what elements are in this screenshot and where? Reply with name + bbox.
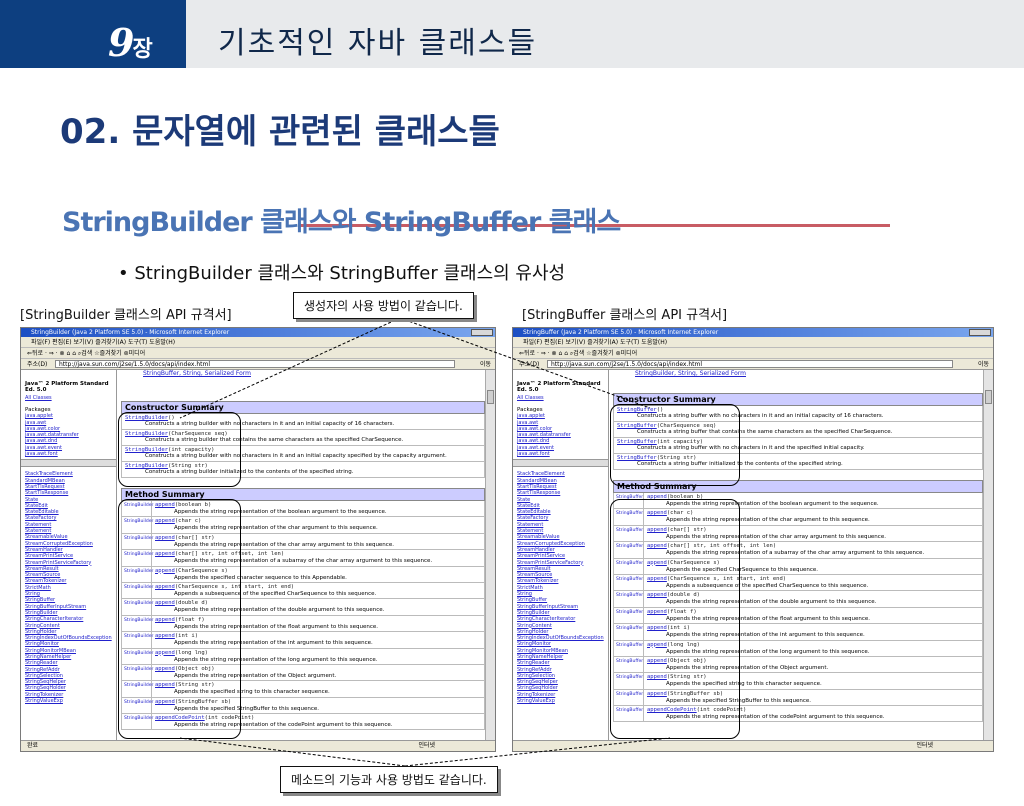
package-link[interactable]: java.awt.font: [25, 451, 116, 457]
menu-bar[interactable]: 파일(F) 편집(E) 보기(V) 즐겨찾기(A) 도구(T) 도움말(H): [513, 337, 993, 348]
frame-divider[interactable]: [21, 459, 116, 468]
chapter-title: 기초적인 자바 클래스들: [218, 26, 538, 61]
platform-label: Java™ 2 Platform Standard Ed. 5.0: [517, 381, 601, 393]
class-list: StackTraceElement StandardMBean StartTlsRe…: [25, 471, 116, 704]
page-content: Java™ 2 Platform Standard Ed. 5.0 All Cl…: [513, 370, 993, 740]
section-subtitle: StringBuilder 클래스와 StringBuffer 클래스: [62, 207, 621, 238]
scrollbar[interactable]: [983, 370, 993, 740]
scrollbar[interactable]: [485, 370, 495, 740]
toolbar[interactable]: ⇐뒤로 · ⇒ · ⊗ ⌂ ⌂ ⌕검색 ☆즐겨찾기 ⊚미디어: [21, 348, 495, 359]
see-also-links[interactable]: StringBuffer, String, Serialized Form: [121, 370, 485, 377]
chapter-header-bar: 9장 기초적인 자바 클래스들: [0, 0, 1024, 68]
status-bar: 인터넷: [513, 740, 993, 751]
chapter-number: 9장: [108, 20, 153, 65]
title-bar: StringBuilder (Java 2 Platform SE 5.0) -…: [21, 328, 495, 337]
class-list: StackTraceElement StandardMBean StartTlsRe…: [517, 471, 608, 704]
toolbar[interactable]: ⇐뒤로 · ⇒ · ⊗ ⌂ ⌂ ⌕검색 ☆즐겨찾기 ⊚미디어: [513, 348, 993, 359]
callout-constructors: 생성자의 사용 방법이 같습니다.: [293, 292, 474, 319]
address-bar: 주소(D) http://java.sun.com/j2se/1.5.0/docs…: [513, 359, 993, 370]
address-input[interactable]: http://java.sun.com/j2se/1.5.0/docs/api/…: [55, 360, 455, 368]
method-highlight-right: [610, 499, 740, 739]
class-link[interactable]: StringValueExp: [25, 698, 116, 704]
menu-bar[interactable]: 파일(F) 편집(E) 보기(V) 즐겨찾기(A) 도구(T) 도움말(H): [21, 337, 495, 348]
address-bar: 주소(D) http://java.sun.com/j2se/1.5.0/docs…: [21, 359, 495, 370]
constructor-highlight-right: [610, 404, 740, 486]
go-button[interactable]: 이동: [480, 359, 491, 370]
browser-window-left: StringBuilder (Java 2 Platform SE 5.0) -…: [20, 327, 496, 752]
caption-left: [StringBuilder 클래스의 API 규격서]: [20, 308, 232, 323]
window-controls[interactable]: [969, 329, 991, 336]
caption-right: [StringBuffer 클래스의 API 규격서]: [522, 308, 728, 323]
platform-label: Java™ 2 Platform Standard Ed. 5.0: [25, 381, 109, 393]
page-content: Java™ 2 Platform Standard Ed. 5.0 All Cl…: [21, 370, 495, 740]
internet-zone: 인터넷: [418, 742, 435, 749]
window-controls[interactable]: [471, 329, 493, 336]
internet-zone: 인터넷: [916, 742, 933, 749]
title-bar: StringBuffer (Java 2 Platform SE 5.0) - …: [513, 328, 993, 337]
scroll-thumb[interactable]: [985, 390, 992, 404]
bullet-point: • StringBuilder 클래스와 StringBuffer 클래스의 유…: [118, 263, 566, 284]
package-link[interactable]: java.awt.font: [517, 451, 608, 457]
callout-methods: 메소드의 기능과 사용 방법도 같습니다.: [280, 766, 498, 793]
nav-frame: Java™ 2 Platform Standard Ed. 5.0 All Cl…: [21, 370, 117, 740]
section-title: 02. 문자열에 관련된 클래스들: [60, 112, 500, 152]
all-classes-link[interactable]: All Classes: [517, 395, 608, 401]
constructor-highlight-left: [118, 412, 241, 487]
go-button[interactable]: 이동: [978, 359, 989, 370]
chapter-number-block: 9장: [0, 0, 186, 68]
package-list: java.applet java.awt java.awt.color java.aw…: [25, 413, 116, 457]
package-list: java.applet java.awt java.awt.color java.aw…: [517, 413, 608, 457]
frame-divider[interactable]: [513, 459, 608, 468]
all-classes-link[interactable]: All Classes: [25, 395, 116, 401]
scroll-thumb[interactable]: [487, 390, 494, 404]
nav-frame: Java™ 2 Platform Standard Ed. 5.0 All Cl…: [513, 370, 609, 740]
class-link[interactable]: StringValueExp: [517, 698, 608, 704]
browser-window-right: StringBuffer (Java 2 Platform SE 5.0) - …: [512, 327, 994, 752]
see-also-links[interactable]: StringBuilder, String, Serialized Form: [613, 370, 983, 377]
status-bar: 완료 인터넷: [21, 740, 495, 751]
method-highlight-left: [118, 499, 241, 739]
address-input[interactable]: http://java.sun.com/j2se/1.5.0/docs/api/…: [547, 360, 953, 368]
